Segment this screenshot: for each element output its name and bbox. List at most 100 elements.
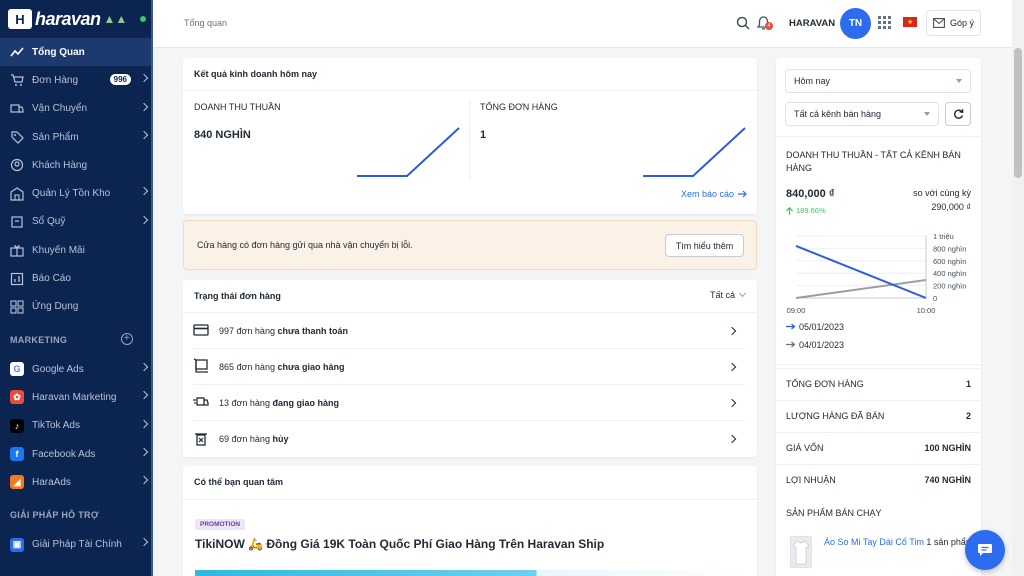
stat-value: 100 NGHÌN — [924, 443, 971, 453]
chevron-right-icon — [139, 419, 149, 428]
sidebar-item-cashbook[interactable]: Sổ Quỹ — [0, 208, 153, 236]
sidebar-item-label: Quản Lý Tồn Kho — [32, 188, 111, 200]
series-line — [795, 244, 927, 299]
sidebar-item-google[interactable]: G Google Ads — [0, 355, 153, 383]
sidebar-item-user[interactable]: Khách Hàng — [0, 151, 153, 179]
y-tick-label: 0 — [933, 294, 937, 303]
sidebar-item-label: Đơn Hàng — [32, 74, 79, 86]
y-tick-label: 600 nghìn — [933, 257, 966, 266]
breadcrumb[interactable]: Tổng quan — [184, 18, 227, 28]
sidebar-item-apps[interactable]: Ứng Dụng — [0, 293, 153, 321]
cashbook-icon — [10, 215, 24, 229]
haravan-logo[interactable]: H haravan ▲▲ — [0, 0, 153, 38]
sidebar-item-warehouse[interactable]: Quản Lý Tồn Kho — [0, 179, 153, 207]
marketing-nav: G Google Ads ✿ Haravan Marketing ♪ TikTok Ads… — [0, 355, 153, 496]
growth-percent: 189.66% — [796, 206, 826, 215]
order-filter-dropdown[interactable]: Tất cả — [710, 289, 747, 300]
order-count-text: 865 đơn hàng — [219, 361, 278, 372]
divider — [776, 364, 981, 365]
sidebar-item-facebook[interactable]: f Facebook Ads — [0, 440, 153, 468]
stat-label: TỔNG ĐƠN HÀNG — [786, 379, 864, 389]
compare-label: so với cùng kỳ — [913, 188, 971, 198]
page-scrollbar[interactable] — [1012, 0, 1024, 576]
chevron-right-icon — [727, 398, 737, 408]
chevron-right-icon — [139, 74, 149, 83]
order-status-row[interactable]: 69 đơn hàng hủy — [193, 421, 745, 457]
x-tick-label: 09:00 — [787, 306, 806, 315]
sidebar-item-cart[interactable]: Đơn Hàng 996 — [0, 66, 153, 94]
vietnam-flag-icon[interactable]: ★ — [903, 17, 917, 27]
sidebar-item-haraads[interactable]: ◢ HaraAds — [0, 468, 153, 496]
chevron-right-icon — [727, 362, 737, 372]
sidebar-item-haravan-marketing[interactable]: ✿ Haravan Marketing — [0, 383, 153, 411]
truck-icon — [10, 102, 24, 116]
sidebar-scrollbar[interactable] — [151, 0, 153, 576]
mail-icon — [933, 18, 945, 28]
order-status-row[interactable]: 997 đơn hàng chưa thanh toán — [193, 313, 745, 349]
summary-stat-row: LỢI NHUẬN 740 NGHÌN — [776, 464, 981, 496]
order-status-row[interactable]: 13 đơn hàng đang giao hàng — [193, 385, 745, 421]
learn-more-button[interactable]: Tìm hiểu thêm — [665, 234, 744, 257]
chevron-down-icon — [738, 289, 747, 298]
marketing-title-text: MARKETING — [10, 334, 68, 345]
chat-icon — [978, 544, 992, 556]
divider — [776, 136, 981, 137]
legend-item[interactable]: 05/01/2023 — [786, 322, 844, 332]
order-status-text: chưa giao hàng — [277, 361, 345, 372]
trash-icon — [193, 431, 209, 448]
refresh-button[interactable] — [945, 102, 971, 126]
summary-stat-row: LƯỢNG HÀNG ĐÃ BÁN 2 — [776, 400, 981, 432]
divider — [183, 499, 757, 500]
channel-value: Tất cả kênh bán hàng — [794, 109, 882, 119]
promotion-banner-image[interactable] — [195, 570, 745, 576]
chevron-right-icon — [139, 187, 149, 196]
y-tick-label: 400 nghìn — [933, 269, 966, 278]
bestseller-item-link[interactable]: Áo So Mi Tay Dài Cổ Tim — [824, 537, 924, 547]
store-name[interactable]: HARAVAN — [789, 18, 835, 29]
delivery-icon — [193, 394, 209, 411]
stat-label: GIÁ VỐN — [786, 443, 824, 453]
sidebar-item-label: Khuyến Mãi — [32, 244, 85, 256]
add-marketing-icon[interactable]: + — [121, 332, 133, 345]
date-range-select[interactable]: Hôm nay — [785, 69, 971, 93]
legend-label: 05/01/2023 — [799, 322, 845, 332]
caret-down-icon — [924, 112, 930, 116]
sidebar-item-label: Haravan Marketing — [32, 391, 117, 403]
scrollbar-thumb[interactable] — [1014, 48, 1022, 178]
chat-support-button[interactable] — [965, 530, 1005, 570]
notification-badge: 4 — [765, 22, 773, 30]
channel-select[interactable]: Tất cả kênh bán hàng — [785, 102, 939, 126]
stat-label: LƯỢNG HÀNG ĐÃ BÁN — [786, 411, 885, 421]
sidebar-item-label: Sổ Quỹ — [32, 216, 66, 228]
business-card-title: Kết quả kinh doanh hôm nay — [194, 69, 318, 79]
legend-label: 04/01/2023 — [799, 340, 845, 350]
feedback-button[interactable]: Góp ý — [926, 10, 981, 36]
order-count-text: 997 đơn hàng — [219, 325, 278, 336]
search-icon[interactable] — [736, 16, 750, 30]
sidebar-item-finance[interactable]: ▣ Giải Pháp Tài Chính — [0, 530, 153, 558]
order-status-row[interactable]: 865 đơn hàng chưa giao hàng — [193, 349, 745, 385]
user-icon — [10, 158, 24, 172]
promotion-headline[interactable]: TikiNOW 🛵 Đồng Giá 19K Toàn Quốc Phí Gia… — [195, 537, 604, 551]
legend-item[interactable]: 04/01/2023 — [786, 340, 844, 350]
logo-text: haravan — [35, 8, 101, 29]
y-tick-label: 1 triệu — [933, 232, 954, 241]
sidebar-item-report[interactable]: Báo Cáo — [0, 264, 153, 292]
sidebar-item-truck[interactable]: Vận Chuyển — [0, 95, 153, 123]
orders-value: 1 — [480, 129, 487, 141]
avatar[interactable]: TN — [840, 8, 871, 39]
revenue-total: 840,000 ₫ — [786, 188, 835, 200]
summary-stat-row: TỔNG ĐƠN HÀNG 1 — [776, 368, 981, 400]
product-thumbnail[interactable] — [790, 536, 812, 568]
haravan-marketing-icon: ✿ — [10, 390, 24, 405]
sidebar-item-gift[interactable]: Khuyến Mãi — [0, 236, 153, 264]
bestseller-row: Áo So Mi Tay Dài Cổ Tim 1 sản phẩm — [824, 537, 973, 547]
sidebar-item-trend[interactable]: Tổng Quan — [0, 38, 153, 67]
metric-divider — [469, 100, 470, 180]
sidebar-item-tiktok[interactable]: ♪ TikTok Ads — [0, 412, 153, 440]
sidebar-item-tag[interactable]: Sản Phẩm — [0, 123, 153, 151]
facebook-icon: f — [10, 447, 24, 461]
apps-grid-icon[interactable] — [878, 16, 891, 29]
gift-icon — [10, 243, 24, 257]
view-report-link[interactable]: Xem báo cáo — [681, 189, 747, 199]
